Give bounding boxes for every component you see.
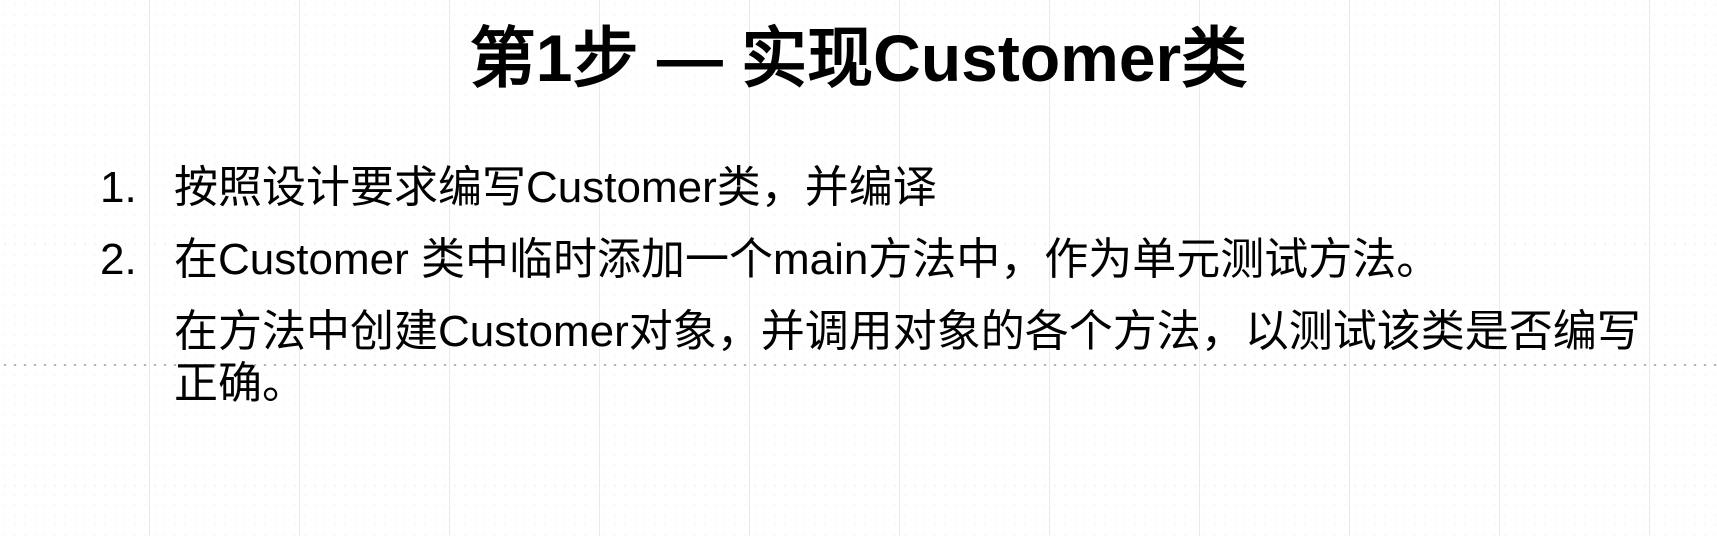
slide-title: 第1步 — 实现Customer类: [469, 21, 1248, 95]
slide: 第1步 — 实现Customer类 1. 按照设计要求编写Customer类，并…: [0, 0, 1717, 536]
list-item-text: 在Customer 类中临时添加一个main方法中，作为单元测试方法。: [174, 235, 1441, 284]
list-item: 2. 在Customer 类中临时添加一个main方法中，作为单元测试方法。 在…: [100, 234, 1680, 410]
list-item-text: 在方法中创建Customer对象，并调用对象的各个方法，以测试该类是否编写正确。: [174, 307, 1641, 408]
slide-body: 1. 按照设计要求编写Customer类，并编译 2. 在Customer 类中…: [100, 162, 1680, 430]
list-item-text: 按照设计要求编写Customer类，并编译: [174, 163, 937, 212]
list-item-number: 2.: [100, 235, 137, 284]
list-item-number: 1.: [100, 163, 137, 212]
list-item: 1. 按照设计要求编写Customer类，并编译: [100, 162, 1680, 214]
